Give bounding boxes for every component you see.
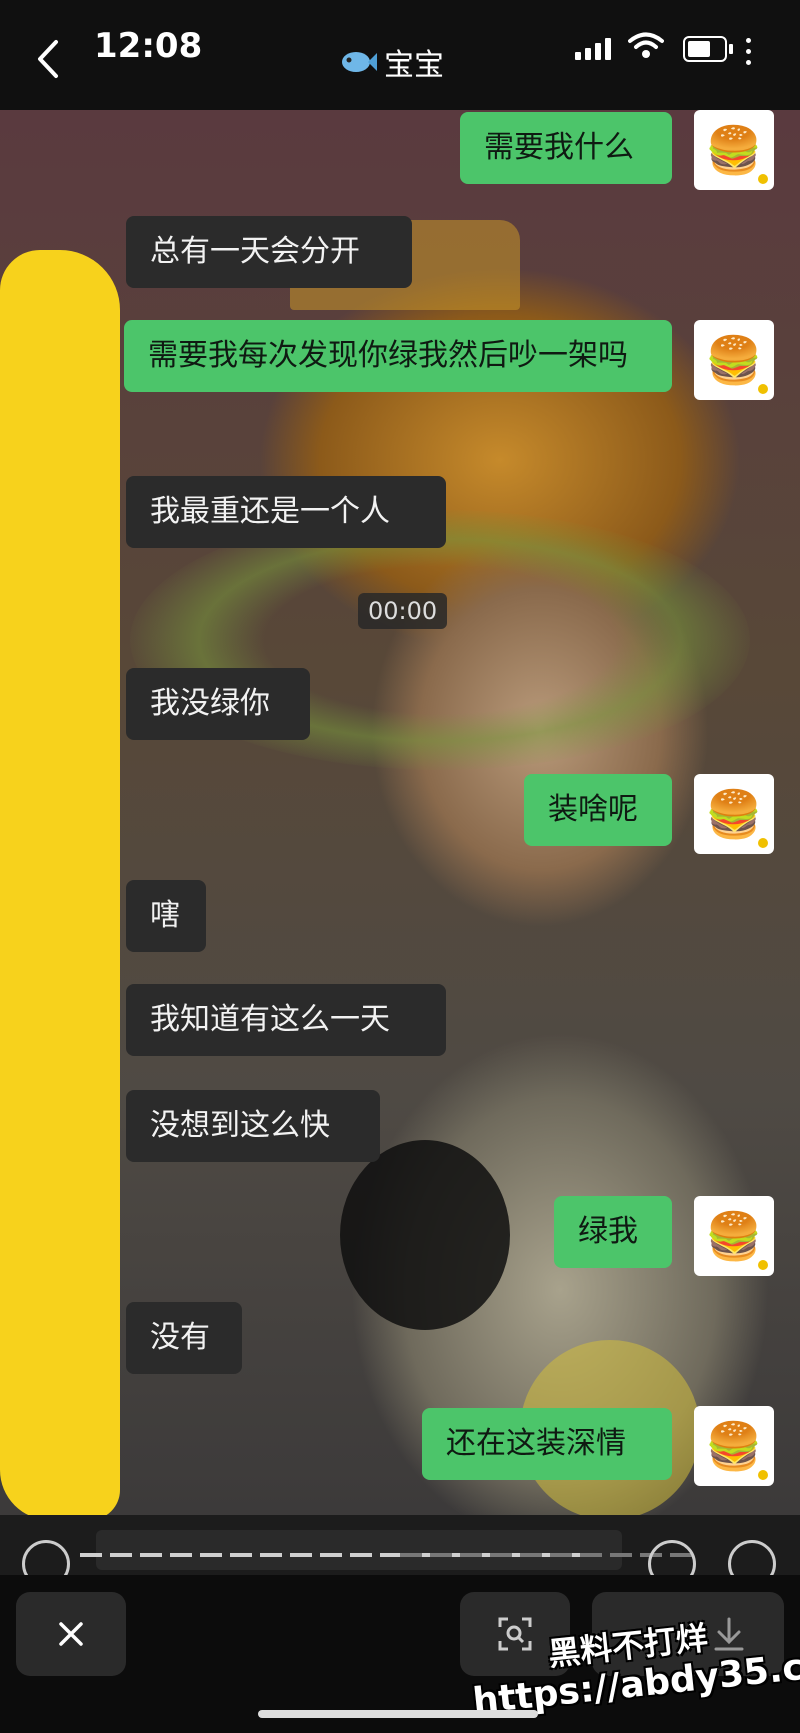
wifi-icon [628,32,664,58]
burger-icon: 🍔 [705,332,763,387]
burger-icon: 🍔 [705,122,763,177]
received-message[interactable]: 总有一天会分开 [126,216,412,288]
sent-message[interactable]: 绿我 [554,1196,672,1268]
close-button[interactable] [16,1592,126,1676]
message-input[interactable] [96,1530,622,1570]
sent-message[interactable]: 装啥呢 [524,774,672,846]
home-indicator [258,1710,538,1718]
burger-icon: 🍔 [705,786,763,841]
received-message[interactable]: 嗐 [126,880,206,952]
battery-icon [683,36,733,62]
sent-message[interactable]: 还在这装深情 [422,1408,672,1480]
my-avatar[interactable]: 🍔 [694,1406,774,1486]
fish-icon [342,52,377,72]
my-avatar[interactable]: 🍔 [694,774,774,854]
received-message[interactable]: 我知道有这么一天 [126,984,446,1056]
my-avatar[interactable]: 🍔 [694,320,774,400]
received-message[interactable]: 没想到这么快 [126,1090,380,1162]
background-penguin [340,1140,510,1330]
chat-title-text: 宝宝 [384,48,444,83]
redaction-scribble [50,270,116,1500]
cellular-signal-icon [575,36,611,60]
back-chevron-icon[interactable] [28,34,68,84]
more-dots-icon[interactable] [746,38,756,71]
received-message[interactable]: 我没绿你 [126,668,310,740]
my-avatar[interactable]: 🍔 [694,1196,774,1276]
status-time: 12:08 [94,26,203,66]
sent-message[interactable]: 需要我每次发现你绿我然后吵一架吗 [124,320,672,392]
burger-icon: 🍔 [705,1418,763,1473]
received-message[interactable]: 我最重还是一个人 [126,476,446,548]
close-icon [59,1622,83,1646]
burger-icon: 🍔 [705,1208,763,1263]
received-message[interactable]: 没有 [126,1302,242,1374]
chat-title: 宝宝 [340,40,444,84]
my-avatar[interactable]: 🍔 [694,110,774,190]
video-timestamp: 00:00 [358,593,448,629]
sent-message[interactable]: 需要我什么 [460,112,672,184]
